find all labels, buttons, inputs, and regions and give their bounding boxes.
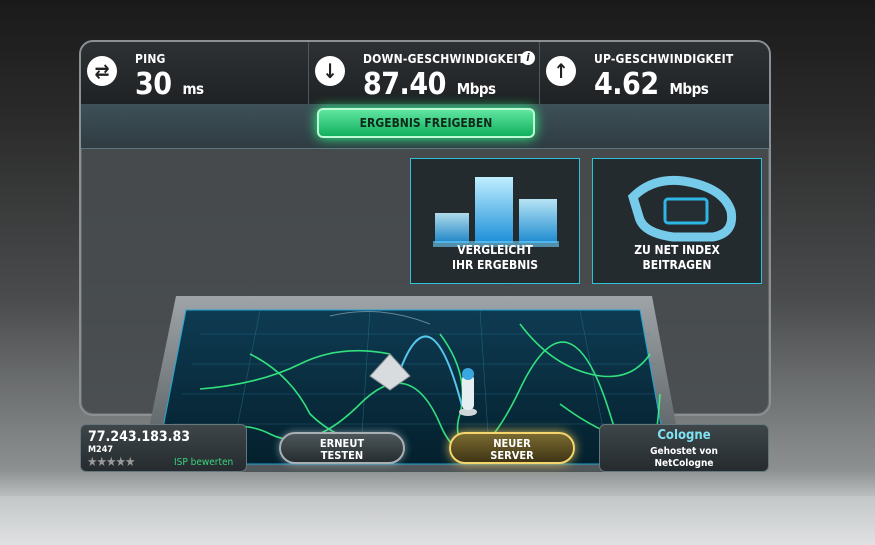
client-info-box: 77.243.183.83 M247 ★★★★★ ISP bewerten <box>80 424 247 472</box>
download-unit: Mbps <box>456 80 496 98</box>
net-index-line2: BEITRAGEN <box>642 258 712 272</box>
download-arrow-icon: ↓ <box>315 56 345 86</box>
ping-unit: ms <box>182 80 204 98</box>
upload-arrow-icon: ↑ <box>546 56 576 86</box>
hosted-by-name: NetCologne <box>654 458 714 469</box>
upload-value: 4.62 Mbps <box>594 67 709 102</box>
upload-unit: Mbps <box>669 80 709 98</box>
share-row: ERGEBNIS FREIGEBEN <box>81 104 769 149</box>
upload-number: 4.62 <box>594 67 659 102</box>
retest-line2: TESTEN <box>320 449 364 462</box>
server-info-box: Cologne Gehostet von NetCologne <box>599 424 769 472</box>
share-result-button[interactable]: ERGEBNIS FREIGEBEN <box>317 108 535 138</box>
stats-bar: ⇄ PING 30 ms ↓ DOWN-GESCHWINDIGKEIT i 87… <box>81 42 769 105</box>
net-index-line1: ZU NET INDEX <box>634 243 720 257</box>
compare-line1: VERGLEICHT <box>457 243 533 257</box>
compare-card-text: VERGLEICHT IHR ERGEBNIS <box>411 243 579 273</box>
download-stat: ↓ DOWN-GESCHWINDIGKEIT i 87.40 Mbps <box>309 42 540 104</box>
download-number: 87.40 <box>363 67 446 102</box>
ping-stat: ⇄ PING 30 ms <box>81 42 309 104</box>
upload-label: UP-GESCHWINDIGKEIT <box>594 52 734 66</box>
ping-label: PING <box>135 52 166 66</box>
action-cards: VERGLEICHT IHR ERGEBNIS ZU NET INDEX BEITR… <box>410 158 762 284</box>
client-ip: 77.243.183.83 <box>88 429 190 445</box>
server-city: Cologne <box>657 428 711 443</box>
rate-isp-link[interactable]: ISP bewerten <box>174 457 233 468</box>
floor-reflection <box>0 496 875 545</box>
info-icon[interactable]: i <box>521 51 535 65</box>
server-host: Gehostet von NetCologne <box>600 446 768 470</box>
retest-button[interactable]: ERNEUT TESTEN <box>279 432 405 464</box>
client-code: M247 <box>88 445 113 455</box>
hosted-by-label: Gehostet von <box>650 446 718 457</box>
new-server-button[interactable]: NEUER SERVER <box>449 432 575 464</box>
compare-line2: IHR ERGEBNIS <box>451 258 539 272</box>
ping-value: 30 ms <box>135 67 204 102</box>
rating-stars[interactable]: ★★★★★ <box>87 455 135 470</box>
compare-result-card[interactable]: VERGLEICHT IHR ERGEBNIS <box>410 158 580 284</box>
download-label: DOWN-GESCHWINDIGKEIT <box>363 52 526 66</box>
net-index-card[interactable]: ZU NET INDEX BEITRAGEN <box>592 158 762 284</box>
net-index-card-text: ZU NET INDEX BEITRAGEN <box>593 243 761 273</box>
ping-arrows-icon: ⇄ <box>87 56 117 86</box>
upload-stat: ↑ UP-GESCHWINDIGKEIT 4.62 Mbps <box>540 42 769 104</box>
ping-number: 30 <box>135 67 172 102</box>
download-value: 87.40 Mbps <box>363 67 496 102</box>
new-server-line2: SERVER <box>490 449 534 462</box>
